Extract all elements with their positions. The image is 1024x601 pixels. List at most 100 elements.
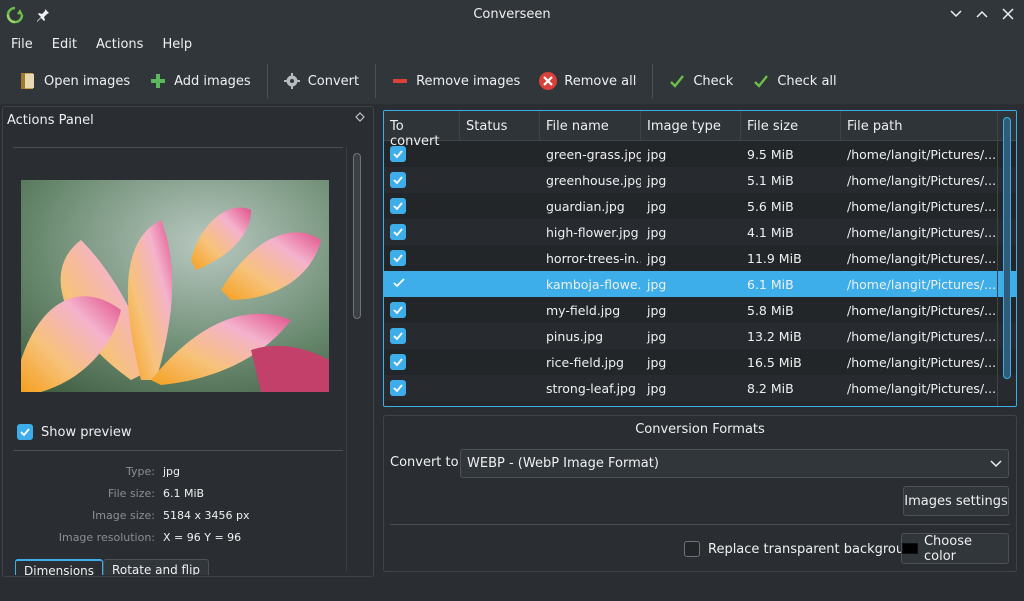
tab-rotate-flip[interactable]: Rotate and flip bbox=[103, 559, 210, 575]
table-row[interactable]: guardian.jpg jpg 5.6 MiB/home/langit/Pictu… bbox=[384, 193, 1016, 219]
check-all-button[interactable]: Check all bbox=[743, 65, 844, 97]
file-path-cell: /home/langit/Pictures/... bbox=[847, 146, 996, 162]
header-to-convert[interactable]: To convert bbox=[384, 111, 460, 149]
menu-edit[interactable]: Edit bbox=[45, 33, 84, 56]
toolbar: Open images Add images Convert Remove im… bbox=[0, 58, 1024, 104]
open-images-button[interactable]: Open images bbox=[10, 65, 138, 97]
menu-file[interactable]: File bbox=[4, 33, 40, 56]
tab-dimensions[interactable]: Dimensions bbox=[15, 559, 104, 575]
title-bar: Converseen bbox=[0, 0, 1024, 30]
header-status[interactable]: Status bbox=[460, 111, 540, 140]
menu-help[interactable]: Help bbox=[155, 33, 199, 56]
header-file-path[interactable]: File path bbox=[841, 111, 996, 140]
window-title: Converseen bbox=[473, 7, 551, 22]
image-type-cell: jpg bbox=[647, 198, 667, 214]
color-swatch bbox=[902, 543, 918, 554]
table-row[interactable]: strong-leaf.jpg jpg 8.2 MiB/home/langit/Pi… bbox=[384, 375, 1016, 401]
convert-checkbox[interactable] bbox=[390, 249, 406, 266]
convert-checkbox[interactable] bbox=[390, 171, 406, 188]
minimize-button[interactable] bbox=[948, 5, 964, 23]
show-preview-toggle[interactable]: Show preview bbox=[17, 424, 131, 440]
actions-panel-title: Actions Panel bbox=[7, 113, 94, 128]
header-image-type[interactable]: Image type bbox=[641, 111, 741, 140]
image-preview bbox=[21, 180, 329, 392]
convert-checkbox[interactable] bbox=[390, 327, 406, 344]
convert-checkbox[interactable] bbox=[390, 197, 406, 214]
to-convert-cell[interactable] bbox=[384, 379, 460, 397]
scroll-track bbox=[346, 147, 347, 572]
to-convert-cell[interactable] bbox=[384, 301, 460, 319]
table-row[interactable]: horror-trees-in... jpg 11.9 MiB/home/langi… bbox=[384, 245, 1016, 271]
convert-checkbox[interactable] bbox=[390, 379, 406, 396]
add-images-button[interactable]: Add images bbox=[140, 65, 259, 97]
to-convert-cell[interactable] bbox=[384, 249, 460, 267]
image-list-table: To convert Status File name Image type F… bbox=[383, 110, 1017, 407]
image-type-cell: jpg bbox=[647, 172, 667, 188]
file-path-cell: /home/langit/Pictures/... bbox=[847, 224, 996, 240]
convert-checkbox[interactable] bbox=[390, 353, 406, 370]
panel-divider bbox=[13, 450, 343, 451]
remove-all-label: Remove all bbox=[564, 73, 637, 89]
table-row[interactable]: kamboja-flowe... jpg 6.1 MiB/home/langit/P… bbox=[384, 271, 1016, 297]
file-size-cell: 6.1 MiB bbox=[747, 276, 794, 292]
remove-images-button[interactable]: Remove images bbox=[382, 65, 528, 97]
image-type-cell: jpg bbox=[647, 302, 667, 318]
file-size-cell: 5.6 MiB bbox=[747, 198, 794, 214]
replace-bg-toggle[interactable]: Replace transparent background bbox=[684, 541, 921, 557]
image-type-cell: jpg bbox=[647, 328, 667, 344]
table-body: green-grass.jpg jpg 9.5 MiB/home/langit/Pi… bbox=[384, 141, 1016, 401]
header-file-size[interactable]: File size bbox=[741, 111, 841, 140]
convert-label: Convert bbox=[307, 73, 360, 89]
to-convert-cell[interactable] bbox=[384, 171, 460, 189]
convert-button[interactable]: Convert bbox=[274, 65, 367, 97]
file-path-cell: /home/langit/Pictures/... bbox=[847, 302, 996, 318]
check-button[interactable]: Check bbox=[659, 65, 741, 97]
convert-checkbox[interactable] bbox=[390, 145, 406, 162]
table-row[interactable]: high-flower.jpg jpg 4.1 MiB/home/langit/Pi… bbox=[384, 219, 1016, 245]
info-row-type: Type: jpg bbox=[126, 465, 181, 478]
format-select-value: WEBP - (WebP Image Format) bbox=[467, 456, 659, 471]
info-row-image-size: Image size: 5184 x 3456 px bbox=[92, 509, 250, 522]
file-name-cell: pinus.jpg bbox=[546, 328, 604, 344]
format-select[interactable]: WEBP - (WebP Image Format) bbox=[460, 449, 1009, 478]
file-name-cell: horror-trees-in... bbox=[546, 250, 641, 266]
file-size-cell: 11.9 MiB bbox=[747, 250, 802, 266]
convert-checkbox[interactable] bbox=[390, 223, 406, 240]
to-convert-cell[interactable] bbox=[384, 353, 460, 371]
images-settings-label: Images settings bbox=[904, 493, 1008, 509]
float-panel-icon[interactable] bbox=[355, 112, 365, 125]
image-type-cell: jpg bbox=[647, 250, 667, 266]
table-row[interactable]: rice-field.jpg jpg 16.5 MiB/home/langit/Pi… bbox=[384, 349, 1016, 375]
to-convert-cell[interactable] bbox=[384, 327, 460, 345]
to-convert-cell[interactable] bbox=[384, 145, 460, 163]
to-convert-cell[interactable] bbox=[384, 223, 460, 241]
table-row[interactable]: my-field.jpg jpg 5.8 MiB/home/langit/Pictu… bbox=[384, 297, 1016, 323]
replace-bg-checkbox[interactable] bbox=[684, 541, 700, 557]
table-row[interactable]: green-grass.jpg jpg 9.5 MiB/home/langit/Pi… bbox=[384, 141, 1016, 167]
image-type-cell: jpg bbox=[647, 276, 667, 292]
panel-scrollbar[interactable] bbox=[353, 153, 361, 319]
close-button[interactable] bbox=[1000, 5, 1016, 23]
header-file-name[interactable]: File name bbox=[540, 111, 641, 140]
table-row[interactable]: greenhouse.jpg jpg 5.1 MiB/home/langit/Pic… bbox=[384, 167, 1016, 193]
maximize-button[interactable] bbox=[974, 5, 990, 23]
table-row[interactable]: pinus.jpg jpg 13.2 MiB/home/langit/Picture… bbox=[384, 323, 1016, 349]
remove-all-button[interactable]: Remove all bbox=[530, 65, 644, 97]
to-convert-cell[interactable] bbox=[384, 276, 460, 293]
open-images-label: Open images bbox=[44, 73, 131, 89]
table-scrollbar[interactable] bbox=[1003, 117, 1011, 379]
remove-images-label: Remove images bbox=[416, 73, 521, 89]
file-size-cell: 4.1 MiB bbox=[747, 224, 794, 240]
convert-checkbox[interactable] bbox=[390, 301, 406, 318]
checkmark-icon[interactable] bbox=[392, 276, 406, 290]
choose-color-button[interactable]: Choose color bbox=[901, 533, 1009, 564]
file-path-cell: /home/langit/Pictures/... bbox=[847, 380, 996, 396]
check-all-label: Check all bbox=[777, 73, 837, 89]
toolbar-separator bbox=[266, 64, 268, 98]
to-convert-cell[interactable] bbox=[384, 197, 460, 215]
file-name-cell: green-grass.jpg bbox=[546, 146, 641, 162]
show-preview-checkbox[interactable] bbox=[17, 424, 33, 440]
panel-tabs: Dimensions Rotate and flip bbox=[15, 559, 210, 575]
menu-actions[interactable]: Actions bbox=[89, 33, 151, 56]
images-settings-button[interactable]: Images settings bbox=[903, 486, 1009, 516]
